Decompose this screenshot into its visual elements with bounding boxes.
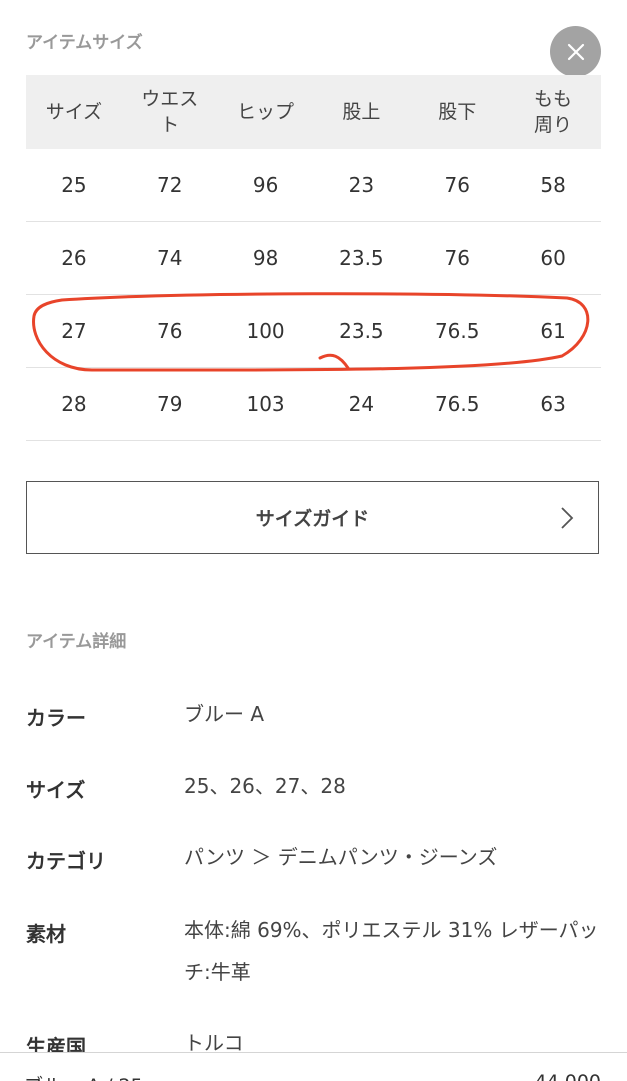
size-table-header: サイズ ウエスト ヒップ 股上 股下 もも周り <box>26 75 601 149</box>
purchase-bar: ブルー A / 25 44,000 <box>0 1052 627 1081</box>
size-guide-label: サイズガイド <box>255 508 370 530</box>
table-cell: 96 <box>217 149 314 222</box>
column-header: 股上 <box>313 75 410 149</box>
table-cell: 76.5 <box>409 367 506 441</box>
table-cell: 76 <box>121 294 218 368</box>
detail-section-title: アイテム詳細 <box>26 632 127 652</box>
item-size-sheet: アイテムサイズ サイズ ウエスト ヒップ 股上 股下 もも周り 25 72 96… <box>0 0 627 1081</box>
table-cell: 72 <box>121 149 218 222</box>
detail-value: 25、26、27、28 <box>184 774 346 798</box>
table-cell: 58 <box>505 149 601 222</box>
size-table: サイズ ウエスト ヒップ 股上 股下 もも周り 25 72 96 23 76 5… <box>26 75 601 441</box>
table-cell: 76.5 <box>409 294 506 368</box>
table-cell: 28 <box>26 367 122 441</box>
table-cell: 76 <box>409 149 506 222</box>
size-section-title: アイテムサイズ <box>26 33 143 53</box>
detail-label: サイズ <box>26 778 86 802</box>
column-header: 股下 <box>409 75 506 149</box>
table-cell: 26 <box>26 221 122 295</box>
column-header: ウエスト <box>121 75 218 149</box>
table-row: 25 72 96 23 76 58 <box>26 149 601 222</box>
column-header: サイズ <box>26 75 122 149</box>
close-button[interactable] <box>550 26 601 77</box>
detail-label: カテゴリ <box>26 849 106 873</box>
table-cell: 98 <box>217 221 314 295</box>
table-cell: 103 <box>217 367 314 441</box>
close-icon <box>567 43 584 60</box>
detail-value: 本体:綿 69%、ポリエステル 31% レザーパッチ:牛革 <box>184 918 599 984</box>
table-row: 26 74 98 23.5 76 60 <box>26 221 601 295</box>
table-cell: 61 <box>505 294 601 368</box>
table-cell: 23 <box>313 149 410 222</box>
chevron-right-icon <box>561 507 574 529</box>
detail-label: 素材 <box>26 922 66 946</box>
column-header: ヒップ <box>217 75 314 149</box>
table-cell: 74 <box>121 221 218 295</box>
table-cell: 27 <box>26 294 122 368</box>
table-cell: 100 <box>217 294 314 368</box>
table-row-highlighted: 27 76 100 23.5 76.5 61 <box>26 294 601 368</box>
table-cell: 23.5 <box>313 221 410 295</box>
table-cell: 23.5 <box>313 294 410 368</box>
table-cell: 25 <box>26 149 122 222</box>
table-cell: 76 <box>409 221 506 295</box>
table-cell: 63 <box>505 367 601 441</box>
size-guide-button[interactable]: サイズガイド <box>26 481 599 554</box>
detail-value[interactable]: パンツ ＞ デニムパンツ・ジーンズ <box>184 836 604 878</box>
table-cell: 24 <box>313 367 410 441</box>
table-cell: 79 <box>121 367 218 441</box>
column-header: もも周り <box>505 75 601 149</box>
table-cell: 60 <box>505 221 601 295</box>
detail-label: カラー <box>26 706 86 730</box>
table-row: 28 79 103 24 76.5 63 <box>26 367 601 441</box>
detail-value: ブルー A <box>184 702 265 726</box>
